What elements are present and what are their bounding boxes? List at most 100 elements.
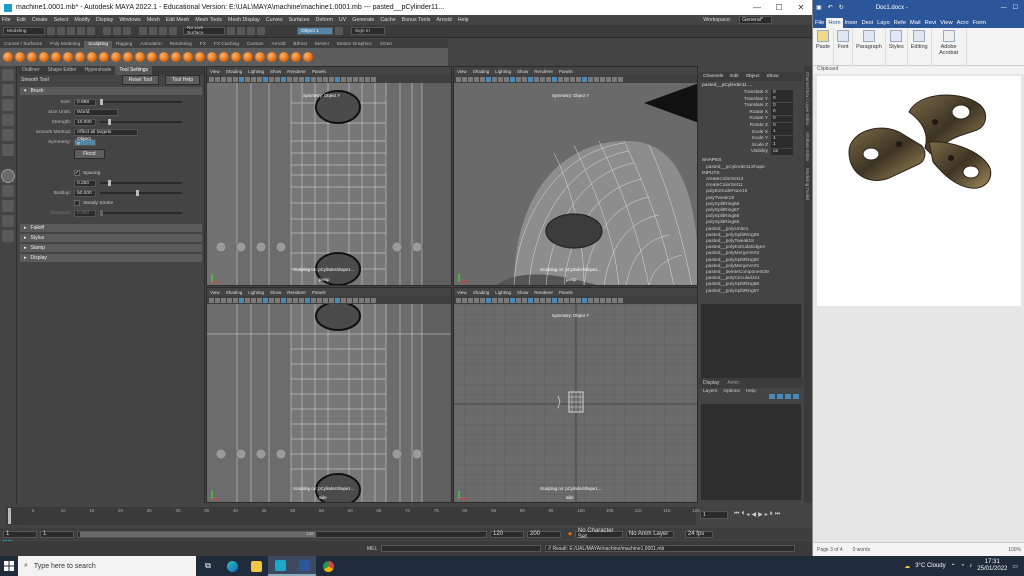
select-hierarchy-icon[interactable] [103,27,111,35]
shelf-tab-rendering[interactable]: Rendering [166,41,196,48]
vp-menu-panels[interactable]: Panels [559,290,573,295]
attr-value[interactable]: 0 [771,96,793,103]
spacing-checkbox[interactable]: ✓ [74,170,80,176]
acrobat-icon[interactable] [942,30,955,42]
attr-row[interactable]: Scale Z1 [699,142,803,149]
input-node-item[interactable]: pasted__polySplitRing57 [699,289,803,295]
attr-value[interactable]: 1 [771,135,793,142]
menu-arnold[interactable]: Arnold [436,17,451,23]
convert-freeze-icon[interactable] [219,52,229,62]
go-to-end-icon[interactable]: ⏭ [775,511,780,518]
menu-modify[interactable]: Modify [74,17,90,23]
sign-in-button[interactable]: Sign In [351,27,385,35]
range-bar[interactable]: 120 [77,530,487,538]
shelf-tab-fx-caching[interactable]: FX Caching [210,41,243,48]
menu-surfaces[interactable]: Surfaces [289,17,310,23]
auto-key-icon[interactable]: ◆ [568,531,572,537]
close-icon[interactable]: ✕ [790,0,812,15]
playback-end-field[interactable]: 120 [490,530,524,538]
attr-value[interactable]: 1 [771,129,793,136]
minimize-icon[interactable]: — [746,0,768,15]
range-handle[interactable] [80,531,316,537]
clock[interactable]: 17:31 25/01/2022 [977,559,1007,573]
select-object-icon[interactable] [113,27,121,35]
menu-generate[interactable]: Generate [352,17,374,23]
chrome-button[interactable] [316,556,340,576]
render-icon[interactable] [237,27,245,35]
vp-menu-lighting[interactable]: Lighting [248,69,264,74]
volume-icon[interactable]: ♪ [969,563,972,569]
cb-menu-channels[interactable]: Channels [703,74,723,79]
tab-shape-editor[interactable]: Shape Editor [44,66,81,75]
vp-menu-lighting[interactable]: Lighting [495,69,511,74]
maximize-icon[interactable]: ☐ [768,0,790,15]
paint-select-icon[interactable] [2,99,14,111]
undo-icon[interactable] [77,27,85,35]
menu-edit-mesh[interactable]: Edit Mesh [166,17,190,23]
weather-icon[interactable]: ☁ [904,563,910,570]
page-count[interactable]: Page 3 of 4 [817,547,843,553]
shelf-tab-sculpting[interactable]: Sculpting [84,41,112,48]
word-tab-0[interactable]: File [813,18,826,28]
menu-uv[interactable]: UV [339,17,346,23]
step-back-key-icon[interactable]: ⏴ [741,511,744,518]
vp-menu-shading[interactable]: Shading [226,69,243,74]
workspace-dropdown[interactable]: General* [739,16,772,24]
layer-tab-display[interactable]: Display [703,380,719,386]
stamp-frame[interactable]: Stamp [20,244,202,252]
shelf-tab-fx[interactable]: FX [196,41,210,48]
layer-tab-anim[interactable]: Anim [727,380,738,386]
stylus-frame[interactable]: Stylus [20,234,202,242]
current-frame-field[interactable]: 1 [700,511,728,519]
go-to-start-icon[interactable]: ⏮ [734,511,739,518]
word-tab-7[interactable]: Revi [923,18,939,28]
shelf-tab-mash[interactable]: MASH [311,41,333,48]
select-component-icon[interactable] [123,27,131,35]
layer-move-down-icon[interactable] [777,394,783,399]
menu-windows[interactable]: Windows [119,17,141,23]
falloff-frame[interactable]: Falloff [20,224,202,232]
sculpt-layer-icon[interactable] [255,52,265,62]
shelf-tab-curves[interactable]: Curves / Surfaces [0,41,46,48]
menu-display[interactable]: Display [96,17,113,23]
viewport-top-right[interactable]: View Shading Lighting Show Renderer Pane… [453,66,698,286]
cb-menu-show[interactable]: Show [766,74,778,79]
end-time-field[interactable]: 200 [527,530,561,538]
scrape-tool-icon[interactable] [135,52,145,62]
playback-start-field[interactable]: 1 [40,530,74,538]
vp-menu-shading[interactable]: Shading [226,290,243,295]
vp-menu-renderer[interactable]: Renderer [287,290,306,295]
select-tool-icon[interactable] [2,69,14,81]
size-units-dropdown[interactable]: World [74,108,118,116]
weather-text[interactable]: 3°C Cloudy [915,563,945,569]
ipr-render-icon[interactable] [247,27,255,35]
size-field[interactable]: 0.988 [74,98,96,106]
step-forward-icon[interactable]: ▸ [765,511,768,518]
attr-row[interactable]: Rotate Y0 [699,115,803,123]
task-view-button[interactable]: ⧉ [196,556,220,576]
start-time-field[interactable]: 1 [3,530,37,538]
word-tab-6[interactable]: Mail [908,18,923,28]
paragraph-group[interactable]: Paragraph [853,28,886,65]
step-forward-key-icon[interactable]: ⏵ [770,511,773,518]
shelf-tab-custom[interactable]: Custom [243,41,268,48]
attr-value[interactable]: 0 [771,115,793,122]
smooth-method-dropdown[interactable]: Affect all targets [74,128,138,136]
attr-value[interactable]: 0 [771,122,793,129]
word-redo-icon[interactable]: ↻ [839,4,844,11]
shelf-tab-rigging[interactable]: Rigging [112,41,136,48]
vp-menu-shading[interactable]: Shading [473,290,490,295]
unfreeze-icon[interactable] [231,52,241,62]
spacing-slider[interactable] [100,180,182,186]
tool-help-button[interactable]: Tool Help [165,75,200,85]
word-tab-9[interactable]: Acro [955,18,971,28]
pinch-tool-icon[interactable] [51,52,61,62]
word-tab-4[interactable]: Layo [875,18,892,28]
spray-tool-icon[interactable] [87,52,97,62]
brass-latch-image[interactable] [839,82,999,202]
size-slider[interactable] [100,99,182,105]
viewport-top-left[interactable]: View Shading Lighting Show Renderer Pane… [206,66,452,286]
play-forward-icon[interactable]: ▶ [758,511,763,518]
attr-row[interactable]: Translate Y0 [699,96,803,103]
save-scene-icon[interactable] [67,27,75,35]
